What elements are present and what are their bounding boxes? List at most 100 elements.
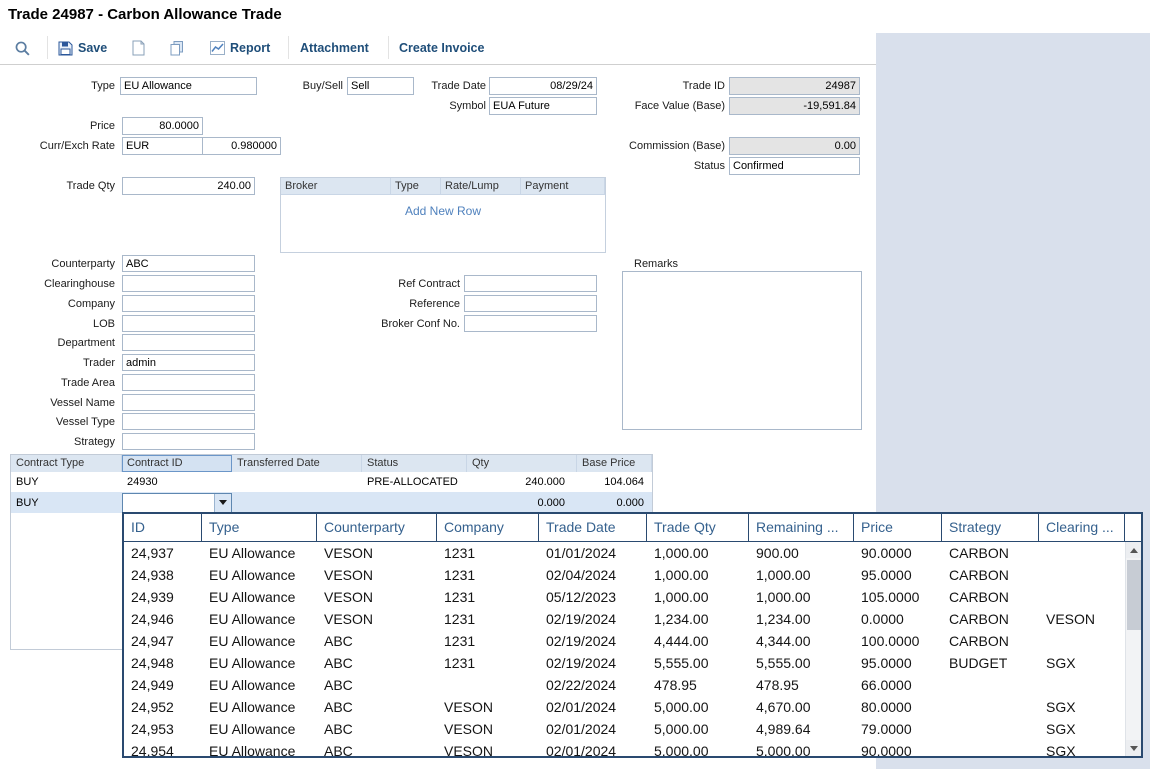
contracts-header-cell[interactable]: Qty — [467, 455, 577, 472]
dropdown-row[interactable]: 24,954EU AllowanceABCVESON02/01/20245,00… — [124, 740, 1125, 756]
dropdown-row[interactable]: 24,947EU AllowanceABC123102/19/20244,444… — [124, 630, 1125, 652]
dropdown-cell: 02/19/2024 — [539, 652, 647, 674]
arrow-up-icon — [1130, 548, 1138, 553]
search-button[interactable] — [14, 37, 31, 59]
clearinghouse-input[interactable] — [122, 275, 255, 292]
add-new-row-link[interactable]: Add New Row — [281, 204, 605, 218]
counterparty-input[interactable] — [122, 255, 255, 272]
dropdown-header-cell[interactable]: Trade Date — [539, 514, 647, 541]
dropdown-row[interactable]: 24,938EU AllowanceVESON123102/04/20241,0… — [124, 564, 1125, 586]
dropdown-header-cell[interactable]: Company — [437, 514, 539, 541]
dropdown-cell: 24,949 — [124, 674, 202, 696]
base-price-cell: 0.000 — [577, 493, 652, 513]
contracts-header-cell[interactable]: Contract Type — [11, 455, 122, 472]
dropdown-cell: 1,000.00 — [749, 586, 854, 608]
reference-input[interactable] — [464, 295, 597, 312]
contract-id-combobox[interactable] — [122, 493, 232, 513]
dropdown-header-cell[interactable]: Counterparty — [317, 514, 437, 541]
buy-sell-input[interactable] — [347, 77, 414, 95]
trader-input[interactable] — [122, 354, 255, 371]
report-button[interactable]: Report — [210, 37, 270, 59]
scrollbar-thumb[interactable] — [1127, 560, 1141, 630]
dropdown-row[interactable]: 24,949EU AllowanceABC02/22/2024478.95478… — [124, 674, 1125, 696]
broker-header-cell[interactable]: Rate/Lump — [441, 178, 521, 194]
status-input[interactable] — [729, 157, 860, 175]
dropdown-cell: EU Allowance — [202, 718, 317, 740]
ref-contract-label: Ref Contract — [375, 276, 460, 293]
contract-id-combo-input[interactable] — [123, 494, 214, 512]
dropdown-cell: 02/22/2024 — [539, 674, 647, 696]
dropdown-header-cell[interactable]: ID — [124, 514, 202, 541]
dropdown-row[interactable]: 24,953EU AllowanceABCVESON02/01/20245,00… — [124, 718, 1125, 740]
save-button[interactable]: Save — [58, 37, 107, 59]
note-button[interactable] — [132, 37, 145, 59]
broker-header-cell[interactable]: Payment — [521, 178, 605, 194]
contracts-header-cell[interactable]: Contract ID — [122, 455, 232, 472]
contracts-header-cell[interactable]: Base Price — [577, 455, 652, 472]
lob-input[interactable] — [122, 315, 255, 332]
copy-button[interactable] — [169, 37, 185, 59]
strategy-input[interactable] — [122, 433, 255, 450]
attachment-button[interactable]: Attachment — [300, 37, 369, 59]
dropdown-scrollbar[interactable] — [1125, 542, 1141, 756]
dropdown-cell: 02/19/2024 — [539, 608, 647, 630]
currency-input[interactable] — [122, 137, 203, 155]
note-icon — [132, 40, 145, 56]
company-input[interactable] — [122, 295, 255, 312]
contract-row-selected[interactable]: BUY 0.000 0.000 — [11, 492, 652, 513]
trade-qty-input[interactable] — [122, 177, 255, 195]
dropdown-header-cell[interactable]: Remaining ... — [749, 514, 854, 541]
dropdown-cell: 24,938 — [124, 564, 202, 586]
vessel-type-input[interactable] — [122, 413, 255, 430]
contract-row[interactable]: BUY 24930 PRE-ALLOCATED 240.000 104.064 — [11, 472, 652, 492]
dropdown-header-cell[interactable]: Clearing ... — [1039, 514, 1125, 541]
broker-conf-no-input[interactable] — [464, 315, 597, 332]
dropdown-cell: VESON — [317, 564, 437, 586]
dropdown-row[interactable]: 24,939EU AllowanceVESON123105/12/20231,0… — [124, 586, 1125, 608]
vessel-name-input[interactable] — [122, 394, 255, 411]
remarks-textarea[interactable] — [622, 271, 862, 430]
dropdown-cell: VESON — [317, 586, 437, 608]
dropdown-cell: 5,000.00 — [647, 740, 749, 756]
create-invoice-button[interactable]: Create Invoice — [399, 37, 484, 59]
dropdown-cell: 1231 — [437, 564, 539, 586]
dropdown-row[interactable]: 24,946EU AllowanceVESON123102/19/20241,2… — [124, 608, 1125, 630]
broker-header-cell[interactable]: Broker — [281, 178, 391, 194]
ref-contract-input[interactable] — [464, 275, 597, 292]
dropdown-cell: 1231 — [437, 652, 539, 674]
symbol-input[interactable] — [489, 97, 597, 115]
scroll-up-button[interactable] — [1126, 542, 1142, 558]
dropdown-header-cell[interactable]: Trade Qty — [647, 514, 749, 541]
contracts-header-row: Contract TypeContract IDTransferred Date… — [11, 455, 652, 472]
combo-dropdown-button[interactable] — [214, 494, 231, 512]
broker-header-cell[interactable]: Type — [391, 178, 441, 194]
dropdown-cell: 24,939 — [124, 586, 202, 608]
dropdown-cell: 24,946 — [124, 608, 202, 630]
trade-window: Trade 24987 - Carbon Allowance Trade Sav… — [0, 0, 1150, 769]
dropdown-row[interactable]: 24,948EU AllowanceABC123102/19/20245,555… — [124, 652, 1125, 674]
trade-id-label: Trade ID — [625, 78, 725, 95]
dropdown-header-cell[interactable]: Strategy — [942, 514, 1039, 541]
contracts-header-cell[interactable]: Transferred Date — [232, 455, 362, 472]
contracts-header-cell[interactable]: Status — [362, 455, 467, 472]
base-price-cell: 104.064 — [577, 472, 652, 492]
dropdown-cell: 02/04/2024 — [539, 564, 647, 586]
trade-area-input[interactable] — [122, 374, 255, 391]
exch-rate-input[interactable] — [202, 137, 281, 155]
save-icon — [58, 41, 73, 56]
dropdown-cell: EU Allowance — [202, 564, 317, 586]
dropdown-header-cell[interactable]: Type — [202, 514, 317, 541]
dropdown-row[interactable]: 24,952EU AllowanceABCVESON02/01/20245,00… — [124, 696, 1125, 718]
dropdown-cell: VESON — [1039, 608, 1125, 630]
dropdown-header-cell[interactable]: Price — [854, 514, 942, 541]
dropdown-cell: CARBON — [942, 564, 1039, 586]
price-input[interactable] — [122, 117, 203, 135]
type-input[interactable] — [120, 77, 257, 95]
dropdown-row[interactable]: 24,937EU AllowanceVESON123101/01/20241,0… — [124, 542, 1125, 564]
broker-table: BrokerTypeRate/LumpPayment Add New Row — [280, 177, 606, 253]
department-input[interactable] — [122, 334, 255, 351]
dropdown-cell: 1231 — [437, 586, 539, 608]
dropdown-cell — [942, 740, 1039, 756]
trade-date-input[interactable] — [489, 77, 597, 95]
scroll-down-button[interactable] — [1126, 740, 1142, 756]
